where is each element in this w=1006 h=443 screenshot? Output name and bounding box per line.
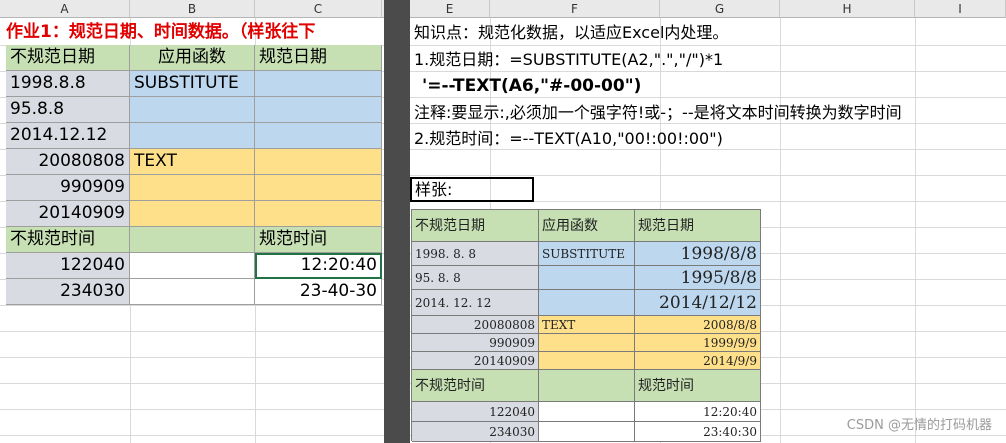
sample-cell: 2014/9/9 [635,352,761,370]
sample-cell: 990909 [412,334,539,352]
column-header-b[interactable]: B [130,0,255,18]
cell-a3[interactable]: 95.8.8 [6,97,130,123]
column-header-i[interactable]: I [915,0,1006,18]
header-cell-normalized-time[interactable]: 规范时间 [255,227,382,253]
sample-cell: TEXT [539,316,635,334]
cell-c7[interactable] [255,201,382,227]
note-knowledge-point[interactable]: 知识点：规范化数据，以适应Excel内处理。 [414,20,728,45]
cell-b3[interactable] [130,97,255,123]
column-header-f[interactable]: F [490,0,660,18]
sample-cell: 20080808 [412,316,539,334]
cell-c6[interactable] [255,175,382,201]
cell-a2[interactable]: 1998.8.8 [6,71,130,97]
separator-column [384,0,410,443]
column-header-e[interactable]: E [410,0,490,18]
sample-cell: 1998. 8. 8 [412,242,539,266]
note-time-formula[interactable]: 2.规范时间：=--TEXT(A10,"00!:00!:00") [414,126,723,151]
sample-cell: 2008/8/8 [635,316,761,334]
cell-b5[interactable]: TEXT [130,149,255,175]
sample-header-function: 应用函数 [539,210,635,242]
cell-a10[interactable]: 122040 [6,253,130,279]
sample-cell: SUBSTITUTE [539,242,635,266]
cell-a6[interactable]: 990909 [6,175,130,201]
header-cell-function[interactable]: 应用函数 [130,45,255,71]
column-header-c[interactable]: C [255,0,382,18]
cell-b6[interactable] [130,175,255,201]
assignment-title[interactable]: 作业1：规范日期、时间数据。（样张往下 [6,19,384,45]
sample-cell [539,402,635,422]
sample-cell: 1995/8/8 [635,266,761,290]
column-header-h[interactable]: H [780,0,915,18]
sample-label[interactable]: 样张: [410,177,534,202]
column-header-g[interactable]: G [660,0,780,18]
cell-c10-selected[interactable]: 12:20:40 [255,253,382,279]
column-header-a[interactable]: A [0,0,130,18]
sample-cell: 122040 [412,402,539,422]
note-date-formula-1[interactable]: 1.规范日期：=SUBSTITUTE(A2,".","/")*1 [414,47,723,72]
sample-cell [539,352,635,370]
cell-c11[interactable]: 23-40-30 [255,279,382,305]
cell-b7[interactable] [130,201,255,227]
cell-b10[interactable] [130,253,255,279]
watermark: CSDN @无情的打码机器 [846,418,992,433]
sample-cell: 2014. 12. 12 [412,290,539,316]
cell-c2[interactable] [255,71,382,97]
sample-cell: 95. 8. 8 [412,266,539,290]
header-cell-normalized-date[interactable]: 规范日期 [255,45,382,71]
cell-a5[interactable]: 20080808 [6,149,130,175]
cell-c4[interactable] [255,123,382,149]
cell-a4[interactable]: 2014.12.12 [6,123,130,149]
cell-b2[interactable]: SUBSTITUTE [130,71,255,97]
sample-cell [539,290,635,316]
sample-cell [539,422,635,442]
sample-cell [539,266,635,290]
cell-b11[interactable] [130,279,255,305]
cell-a11[interactable]: 234030 [6,279,130,305]
sample-cell: 234030 [412,422,539,442]
sample-cell: 2014/12/12 [635,290,761,316]
sample-header-normalized-date: 规范日期 [635,210,761,242]
cell-c5[interactable] [255,149,382,175]
header-cell-irregular-date[interactable]: 不规范日期 [6,45,130,71]
sample-cell [539,334,635,352]
cell-b4[interactable] [130,123,255,149]
sample-cell: 1999/9/9 [635,334,761,352]
cell-a7[interactable]: 20140909 [6,201,130,227]
note-date-formula-2[interactable]: '=--TEXT(A6,"#-00-00") [422,74,641,99]
header-cell-empty[interactable] [130,227,255,253]
sample-cell: 20140909 [412,352,539,370]
sample-cell: 12:20:40 [635,402,761,422]
sample-cell: 23:40:30 [635,422,761,442]
note-comment[interactable]: 注释:要显示:,必须加一个强字符!或-；--是将文本时间转换为数字时间 [414,100,902,125]
sample-header-irregular-time: 不规范时间 [412,370,539,402]
header-cell-irregular-time[interactable]: 不规范时间 [6,227,130,253]
sample-header-irregular-date: 不规范日期 [412,210,539,242]
sample-header-normalized-time: 规范时间 [635,370,761,402]
sample-header-empty [539,370,635,402]
sample-table: 不规范日期 应用函数 规范日期 1998. 8. 8 SUBSTITUTE 19… [411,209,761,442]
sample-cell: 1998/8/8 [635,242,761,266]
cell-c3[interactable] [255,97,382,123]
